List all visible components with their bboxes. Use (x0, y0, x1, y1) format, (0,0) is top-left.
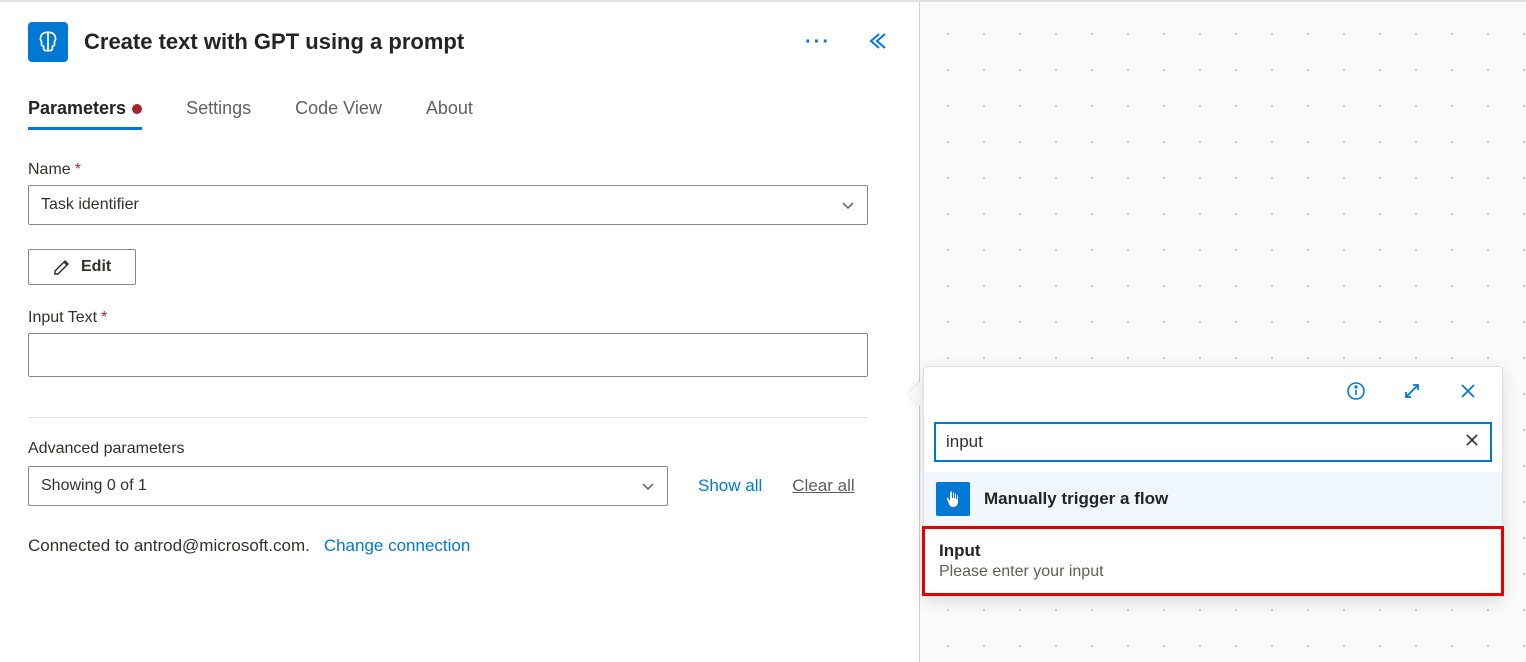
advanced-parameters-select[interactable]: Showing 0 of 1 (28, 466, 668, 506)
search-input[interactable] (946, 432, 1456, 452)
result-item-description: Please enter your input (939, 563, 1487, 581)
search-box[interactable] (934, 422, 1492, 462)
tab-parameters[interactable]: Parameters (28, 98, 142, 130)
change-connection-link[interactable]: Change connection (324, 536, 471, 556)
info-button[interactable] (1342, 377, 1370, 408)
tab-label: About (426, 98, 473, 119)
chevron-down-icon (841, 198, 855, 212)
name-field-label: Name * (28, 161, 891, 179)
input-text-label: Input Text * (28, 309, 891, 327)
close-popup-button[interactable] (1454, 377, 1482, 408)
chevron-down-icon (641, 479, 655, 493)
panel-header: Create text with GPT using a prompt ··· (28, 22, 891, 62)
result-group-title: Manually trigger a flow (984, 489, 1168, 509)
x-icon (1464, 432, 1480, 448)
tab-label: Parameters (28, 98, 126, 119)
collapse-panel-button[interactable] (863, 28, 891, 57)
pencil-icon (53, 258, 71, 276)
result-item-input[interactable]: Input Please enter your input (925, 529, 1501, 593)
gpt-action-icon (28, 22, 68, 62)
action-config-panel: Create text with GPT using a prompt ··· … (0, 2, 920, 662)
input-text-field[interactable] (28, 333, 868, 377)
tab-label: Code View (295, 98, 382, 119)
name-select[interactable]: Task identifier (28, 185, 868, 225)
tabs-bar: Parameters Settings Code View About (28, 98, 891, 131)
error-indicator-icon (132, 104, 142, 114)
advanced-select-value: Showing 0 of 1 (41, 477, 147, 495)
page-title: Create text with GPT using a prompt (84, 29, 785, 55)
edit-button[interactable]: Edit (28, 249, 136, 285)
required-asterisk: * (75, 161, 81, 179)
name-select-value: Task identifier (41, 196, 139, 214)
edit-button-label: Edit (81, 258, 111, 276)
result-item-title: Input (939, 541, 1487, 561)
clear-search-button[interactable] (1464, 432, 1480, 453)
info-icon (1346, 381, 1366, 401)
dynamic-content-popup: Manually trigger a flow Input Please ent… (923, 366, 1503, 597)
connection-text: Connected to antrod@microsoft.com. (28, 536, 310, 556)
tab-about[interactable]: About (426, 98, 473, 130)
highlighted-result: Input Please enter your input (922, 526, 1504, 596)
required-asterisk: * (101, 309, 107, 327)
divider (28, 417, 868, 418)
result-group-header[interactable]: Manually trigger a flow (924, 472, 1502, 526)
show-all-button[interactable]: Show all (698, 476, 762, 496)
more-options-button[interactable]: ··· (801, 27, 835, 58)
clear-all-button[interactable]: Clear all (792, 476, 854, 496)
tab-label: Settings (186, 98, 251, 119)
manual-trigger-icon (936, 482, 970, 516)
expand-button[interactable] (1398, 377, 1426, 408)
tab-code-view[interactable]: Code View (295, 98, 382, 130)
connection-info: Connected to antrod@microsoft.com. Chang… (28, 536, 891, 556)
expand-icon (1402, 381, 1422, 401)
popup-pointer (908, 380, 922, 408)
advanced-parameters-label: Advanced parameters (28, 440, 891, 458)
tab-settings[interactable]: Settings (186, 98, 251, 130)
close-icon (1458, 381, 1478, 401)
